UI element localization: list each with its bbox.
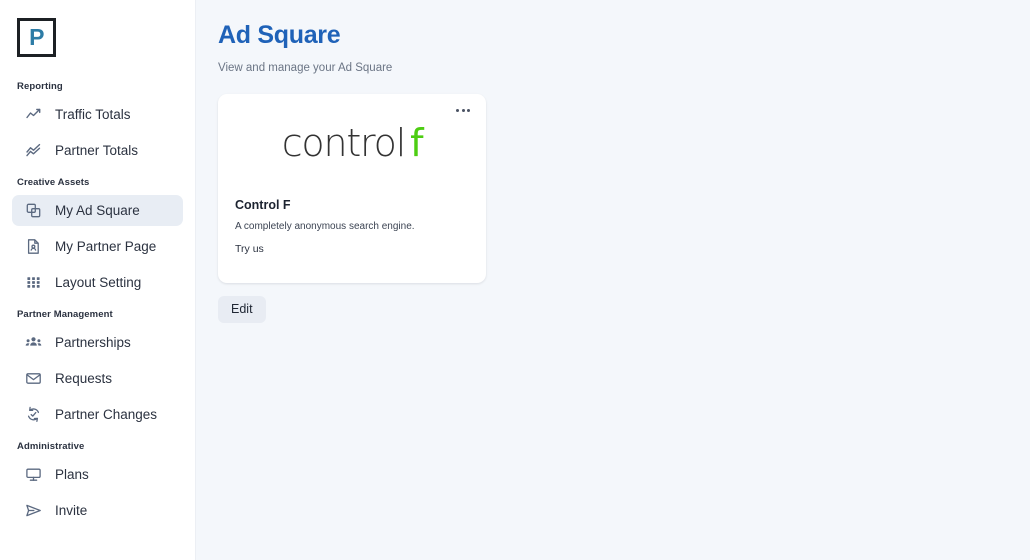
nav-section-title-reporting: Reporting bbox=[17, 81, 63, 92]
brand-logo-letter: P bbox=[29, 24, 44, 50]
sidebar-item-label: Invite bbox=[55, 503, 88, 518]
sidebar-item-label: My Ad Square bbox=[55, 203, 140, 218]
card-logo-text: control bbox=[281, 120, 407, 165]
sidebar-item-label: Plans bbox=[55, 467, 89, 482]
brand-logo[interactable]: P bbox=[17, 18, 56, 57]
sidebar-item-label: Partner Totals bbox=[55, 143, 139, 158]
nav-section-partner-management: Partner Management Partnerships Requests… bbox=[0, 309, 195, 430]
sidebar-nav: Reporting Traffic Totals Partner Totals … bbox=[0, 81, 195, 526]
card-title: Control F bbox=[235, 197, 291, 212]
sidebar-item-layout-setting[interactable]: Layout Setting bbox=[12, 267, 183, 298]
sidebar-item-invite[interactable]: Invite bbox=[12, 495, 183, 526]
edit-button[interactable]: Edit bbox=[218, 295, 266, 323]
people-group-icon bbox=[25, 334, 42, 351]
nav-section-reporting: Reporting Traffic Totals Partner Totals bbox=[0, 81, 195, 166]
sidebar-item-my-partner-page[interactable]: My Partner Page bbox=[12, 231, 183, 262]
copy-squares-icon bbox=[25, 202, 42, 219]
nav-section-title-partner-management: Partner Management bbox=[17, 309, 113, 320]
sidebar-item-label: Partnerships bbox=[55, 335, 131, 350]
card-logo: control f bbox=[218, 94, 486, 186]
page-subtitle: View and manage your Ad Square bbox=[218, 61, 393, 74]
sidebar-item-my-ad-square[interactable]: My Ad Square bbox=[12, 195, 183, 226]
sidebar-item-partnerships[interactable]: Partnerships bbox=[12, 327, 183, 358]
monitor-icon bbox=[25, 466, 42, 483]
document-person-icon bbox=[25, 238, 42, 255]
sidebar: P Reporting Traffic Totals Partner Total… bbox=[0, 0, 196, 560]
sidebar-item-label: Traffic Totals bbox=[55, 107, 131, 122]
logo-container[interactable]: P bbox=[0, 0, 195, 57]
ellipsis-horizontal-icon[interactable] bbox=[453, 106, 473, 115]
main-content: Ad Square View and manage your Ad Square… bbox=[196, 0, 1030, 560]
card-link[interactable]: Try us bbox=[235, 243, 469, 255]
ad-square-card[interactable]: control f Control F A completely anonymou… bbox=[218, 93, 486, 283]
sidebar-item-plans[interactable]: Plans bbox=[12, 459, 183, 490]
sidebar-item-partner-changes[interactable]: Partner Changes bbox=[12, 399, 183, 430]
page-title: Ad Square bbox=[218, 21, 341, 49]
sidebar-item-traffic-totals[interactable]: Traffic Totals bbox=[12, 99, 183, 130]
card-logo-accent: f bbox=[410, 120, 423, 165]
card-body: Control F A completely anonymous search … bbox=[218, 186, 486, 255]
nav-section-creative-assets: Creative Assets My Ad Square My Partner … bbox=[0, 177, 195, 298]
nav-section-title-administrative: Administrative bbox=[17, 441, 85, 452]
sidebar-item-label: My Partner Page bbox=[55, 239, 157, 254]
sidebar-item-label: Requests bbox=[55, 371, 113, 386]
paper-plane-icon bbox=[25, 502, 42, 519]
dot bbox=[467, 108, 470, 112]
nav-section-administrative: Administrative Plans Invite bbox=[0, 441, 195, 526]
sidebar-item-label: Layout Setting bbox=[55, 275, 142, 290]
sync-check-icon bbox=[25, 406, 42, 423]
dot bbox=[461, 108, 465, 112]
sidebar-item-label: Partner Changes bbox=[55, 407, 158, 422]
dot bbox=[456, 108, 459, 112]
line-chart-icon bbox=[25, 106, 42, 123]
double-line-chart-icon bbox=[25, 142, 42, 159]
app-root: P Reporting Traffic Totals Partner Total… bbox=[0, 0, 1030, 560]
grid-dots-icon bbox=[25, 274, 42, 291]
card-description: A completely anonymous search engine. bbox=[235, 220, 415, 232]
nav-section-title-creative-assets: Creative Assets bbox=[17, 177, 90, 188]
sidebar-item-requests[interactable]: Requests bbox=[12, 363, 183, 394]
sidebar-item-partner-totals[interactable]: Partner Totals bbox=[12, 135, 183, 166]
envelope-icon bbox=[25, 370, 42, 387]
